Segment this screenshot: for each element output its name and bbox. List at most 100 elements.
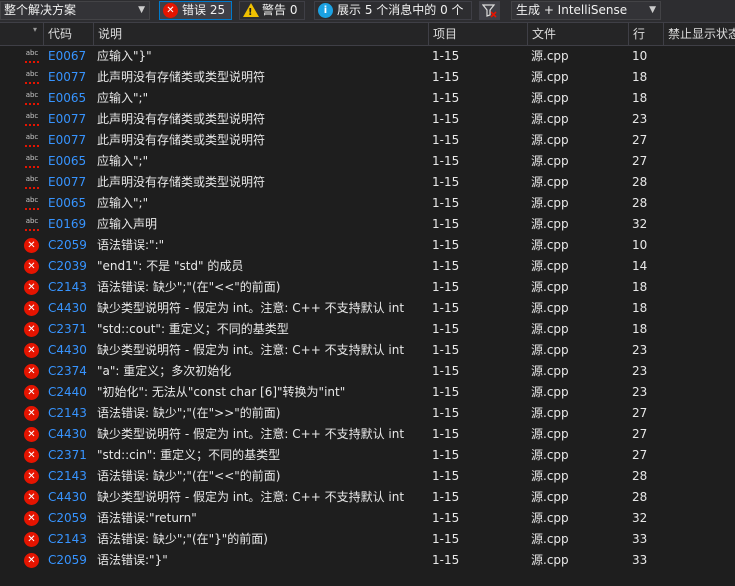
abc-spelling-icon: abc: [24, 112, 40, 126]
abc-spelling-icon: abc: [24, 196, 40, 210]
table-row[interactable]: ✕ C4430 缺少类型说明符 - 假定为 int。注意: C++ 不支持默认 in…: [0, 298, 735, 319]
table-row[interactable]: abc E0065 应输入";" 1-15 源.cpp 18: [0, 88, 735, 109]
error-description: 语法错误: 缺少";"(在"}"的前面): [97, 532, 268, 546]
column-header-suppression[interactable]: 禁止显示状态: [663, 23, 735, 45]
error-code-link[interactable]: C2143: [48, 466, 87, 487]
table-row[interactable]: ✕ C2143 语法错误: 缺少";"(在">>"的前面) 1-15 源.cpp 27: [0, 403, 735, 424]
error-circle-icon: ✕: [24, 406, 39, 421]
error-code-link[interactable]: C2143: [48, 277, 87, 298]
table-row[interactable]: abc E0077 此声明没有存储类或类型说明符 1-15 源.cpp 18: [0, 67, 735, 88]
error-line: 14: [632, 259, 648, 273]
error-line: 23: [632, 343, 648, 357]
column-header-line[interactable]: 行: [628, 23, 663, 45]
messages-filter-button[interactable]: i 展示 5 个消息中的 0 个: [314, 1, 472, 20]
error-description: 此声明没有存储类或类型说明符: [97, 112, 266, 126]
table-row[interactable]: ✕ C2039 "end1": 不是 "std" 的成员 1-15 源.cpp 14: [0, 256, 735, 277]
errors-filter-button[interactable]: ✕ 错误 25: [159, 1, 232, 20]
error-code-link[interactable]: C2371: [48, 319, 87, 340]
error-code-link[interactable]: E0077: [48, 130, 86, 151]
error-file: 源.cpp: [531, 133, 569, 147]
error-line: 10: [632, 238, 648, 252]
table-row[interactable]: ✕ C2440 "初始化": 无法从"const char [6]"转换为"int"…: [0, 382, 735, 403]
table-row[interactable]: abc E0077 此声明没有存储类或类型说明符 1-15 源.cpp 27: [0, 130, 735, 151]
table-row[interactable]: abc E0065 应输入";" 1-15 源.cpp 28: [0, 193, 735, 214]
table-row[interactable]: ✕ C2143 语法错误: 缺少";"(在"}"的前面) 1-15 源.cpp 33: [0, 529, 735, 550]
error-code-link[interactable]: C2143: [48, 403, 87, 424]
error-code-link[interactable]: C2374: [48, 361, 87, 382]
error-code-link[interactable]: E0065: [48, 88, 86, 109]
table-row[interactable]: ✕ C2143 语法错误: 缺少";"(在"<<"的前面) 1-15 源.cpp 18: [0, 277, 735, 298]
error-description: 缺少类型说明符 - 假定为 int。注意: C++ 不支持默认 int: [97, 343, 405, 357]
table-row[interactable]: ✕ C4430 缺少类型说明符 - 假定为 int。注意: C++ 不支持默认 in…: [0, 424, 735, 445]
errors-filter-label: 错误 25: [182, 3, 226, 17]
error-code-link[interactable]: E0077: [48, 172, 86, 193]
error-circle-icon: ✕: [24, 280, 39, 295]
error-code-link[interactable]: E0077: [48, 109, 86, 130]
table-row[interactable]: abc E0169 应输入声明 1-15 源.cpp 32: [0, 214, 735, 235]
error-description: 语法错误: 缺少";"(在"<<"的前面): [97, 469, 281, 483]
table-row[interactable]: ✕ C2374 "a": 重定义；多次初始化 1-15 源.cpp 23: [0, 361, 735, 382]
table-row[interactable]: ✕ C2059 语法错误:":" 1-15 源.cpp 10: [0, 235, 735, 256]
table-row[interactable]: abc E0077 此声明没有存储类或类型说明符 1-15 源.cpp 23: [0, 109, 735, 130]
scope-dropdown[interactable]: 整个解决方案 ▼: [0, 1, 150, 20]
table-row[interactable]: abc E0067 应输入"}" 1-15 源.cpp 10: [0, 46, 735, 67]
error-code-link[interactable]: C4430: [48, 424, 87, 445]
error-line: 27: [632, 448, 648, 462]
table-row[interactable]: abc E0065 应输入";" 1-15 源.cpp 27: [0, 151, 735, 172]
error-project: 1-15: [432, 154, 460, 168]
error-list-toolbar: 整个解决方案 ▼ ✕ 错误 25 ! 警告 0 i 展示 5 个消息中的 0 个…: [0, 0, 735, 23]
error-code-link[interactable]: C4430: [48, 487, 87, 508]
error-code-link[interactable]: C4430: [48, 298, 87, 319]
error-circle-icon: ✕: [24, 364, 39, 379]
error-code-link[interactable]: C2143: [48, 529, 87, 550]
error-circle-icon: ✕: [24, 469, 39, 484]
table-row[interactable]: ✕ C2371 "std::cout": 重定义；不同的基类型 1-15 源.cpp 18: [0, 319, 735, 340]
table-row[interactable]: abc E0077 此声明没有存储类或类型说明符 1-15 源.cpp 28: [0, 172, 735, 193]
abc-spelling-icon: abc: [24, 217, 40, 231]
error-project: 1-15: [432, 322, 460, 336]
error-code-link[interactable]: E0067: [48, 46, 86, 67]
table-row[interactable]: ✕ C4430 缺少类型说明符 - 假定为 int。注意: C++ 不支持默认 in…: [0, 340, 735, 361]
error-line: 23: [632, 112, 648, 126]
abc-spelling-icon: abc: [24, 70, 40, 84]
error-line: 18: [632, 301, 648, 315]
error-description: 应输入声明: [97, 217, 158, 231]
error-code-link[interactable]: C2059: [48, 508, 87, 529]
column-header-project[interactable]: 项目: [428, 23, 527, 45]
table-row[interactable]: ✕ C2371 "std::cin": 重定义；不同的基类型 1-15 源.cpp 27: [0, 445, 735, 466]
table-row[interactable]: ✕ C2059 语法错误:"}" 1-15 源.cpp 33: [0, 550, 735, 571]
error-file: 源.cpp: [531, 553, 569, 567]
error-code-link[interactable]: E0065: [48, 151, 86, 172]
column-header-line-label: 行: [633, 27, 646, 41]
error-code-link[interactable]: E0169: [48, 214, 86, 235]
error-project: 1-15: [432, 133, 460, 147]
table-row[interactable]: ✕ C2059 语法错误:"return" 1-15 源.cpp 32: [0, 508, 735, 529]
error-code-link[interactable]: C4430: [48, 340, 87, 361]
error-code-link[interactable]: C2039: [48, 256, 87, 277]
error-project: 1-15: [432, 553, 460, 567]
column-header-code[interactable]: 代码: [43, 23, 93, 45]
table-row[interactable]: ✕ C2143 语法错误: 缺少";"(在"<<"的前面) 1-15 源.cpp 28: [0, 466, 735, 487]
error-code-link[interactable]: C2059: [48, 550, 87, 571]
error-project: 1-15: [432, 280, 460, 294]
error-circle-icon: ✕: [24, 490, 39, 505]
warnings-filter-button[interactable]: ! 警告 0: [239, 1, 305, 20]
table-row[interactable]: ✕ C4430 缺少类型说明符 - 假定为 int。注意: C++ 不支持默认 in…: [0, 487, 735, 508]
error-code-link[interactable]: C2371: [48, 445, 87, 466]
error-line: 33: [632, 553, 648, 567]
error-description: "std::cin": 重定义；不同的基类型: [97, 448, 281, 462]
error-code-link[interactable]: C2059: [48, 235, 87, 256]
error-code-link[interactable]: E0065: [48, 193, 86, 214]
column-header-icon[interactable]: ▾: [0, 23, 43, 45]
column-header-description[interactable]: 说明: [93, 23, 428, 45]
column-header-file[interactable]: 文件: [527, 23, 628, 45]
error-code-link[interactable]: E0077: [48, 67, 86, 88]
build-intellisense-dropdown[interactable]: 生成 + IntelliSense ▼: [511, 1, 661, 20]
info-circle-icon: i: [318, 3, 333, 18]
error-code-link[interactable]: C2440: [48, 382, 87, 403]
chevron-down-icon: ▼: [649, 5, 656, 15]
error-description: 语法错误:"}": [97, 553, 168, 567]
filter-toggle-button[interactable]: [479, 1, 500, 20]
error-description: "初始化": 无法从"const char [6]"转换为"int": [97, 385, 346, 399]
error-line: 10: [632, 49, 648, 63]
